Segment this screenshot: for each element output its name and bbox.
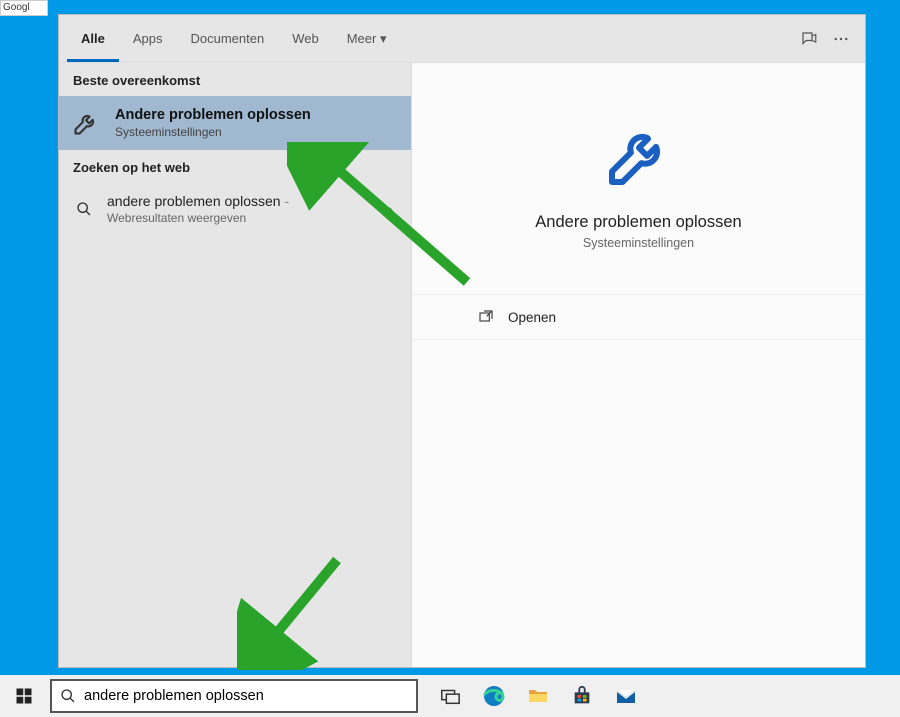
search-icon [60, 688, 76, 704]
tab-more[interactable]: Meer ▾ [333, 15, 401, 62]
tab-apps[interactable]: Apps [119, 15, 177, 62]
folder-icon [526, 684, 550, 708]
search-tabs: Alle Apps Documenten Web Meer ▾ [59, 15, 865, 63]
wrench-icon [69, 106, 103, 140]
detail-title: Andere problemen oplossen [535, 213, 741, 232]
edge-icon [482, 684, 506, 708]
store-icon [571, 685, 593, 707]
detail-subtitle: Systeeminstellingen [583, 236, 694, 250]
edge-button[interactable] [472, 675, 516, 717]
mail-button[interactable] [604, 675, 648, 717]
feedback-icon[interactable] [793, 30, 825, 48]
best-match-title: Andere problemen oplossen [115, 107, 311, 123]
open-action[interactable]: Openen [412, 294, 865, 340]
best-match-item[interactable]: Andere problemen oplossen Systeeminstell… [59, 96, 411, 150]
chevron-right-icon: › [388, 201, 399, 217]
mail-icon [614, 684, 638, 708]
windows-icon [15, 687, 33, 705]
start-button[interactable] [0, 675, 48, 717]
open-icon [478, 309, 494, 325]
tab-documents[interactable]: Documenten [176, 15, 278, 62]
tab-web[interactable]: Web [278, 15, 333, 62]
results-list: Beste overeenkomst Andere problemen oplo… [59, 63, 411, 667]
file-explorer-button[interactable] [516, 675, 560, 717]
taskbar [0, 675, 900, 717]
search-results-panel: Alle Apps Documenten Web Meer ▾ Beste ov… [58, 14, 866, 668]
tab-all[interactable]: Alle [67, 15, 119, 62]
search-icon [73, 201, 95, 217]
best-match-header: Beste overeenkomst [59, 63, 411, 96]
store-button[interactable] [560, 675, 604, 717]
web-result-item[interactable]: andere problemen oplossen - Webresultate… [59, 183, 411, 235]
best-match-subtitle: Systeeminstellingen [115, 125, 311, 139]
task-view-icon [439, 685, 461, 707]
more-options-icon[interactable] [825, 30, 857, 48]
web-result-title: andere problemen oplossen - [107, 193, 289, 209]
search-input[interactable] [84, 688, 408, 704]
open-label: Openen [508, 310, 556, 325]
web-result-subtitle: Webresultaten weergeven [107, 211, 289, 225]
wrench-icon-large [603, 119, 675, 191]
detail-pane: Andere problemen oplossen Systeeminstell… [411, 63, 865, 667]
chevron-down-icon: ▾ [380, 31, 387, 47]
web-search-header: Zoeken op het web [59, 150, 411, 183]
task-view-button[interactable] [428, 675, 472, 717]
taskbar-search-box[interactable] [50, 679, 418, 713]
chrome-tab: Googl [0, 0, 48, 16]
